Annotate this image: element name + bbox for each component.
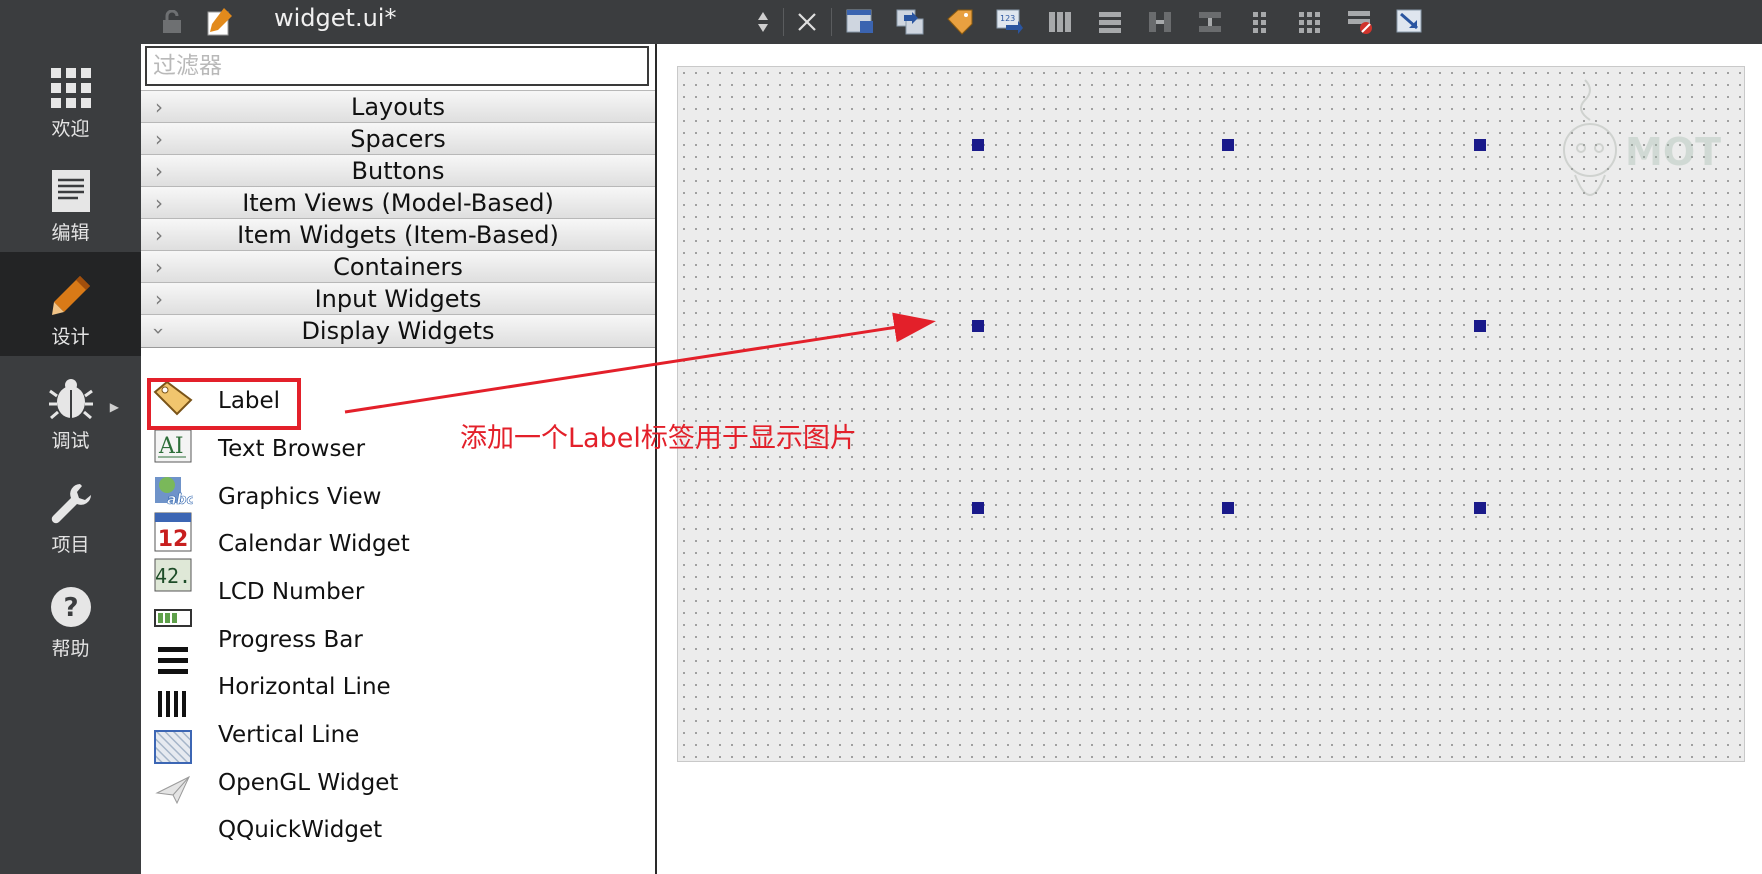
annotation-text: 添加一个Label标签用于显示图片 (460, 423, 857, 454)
annotation-arrow (344, 312, 936, 414)
